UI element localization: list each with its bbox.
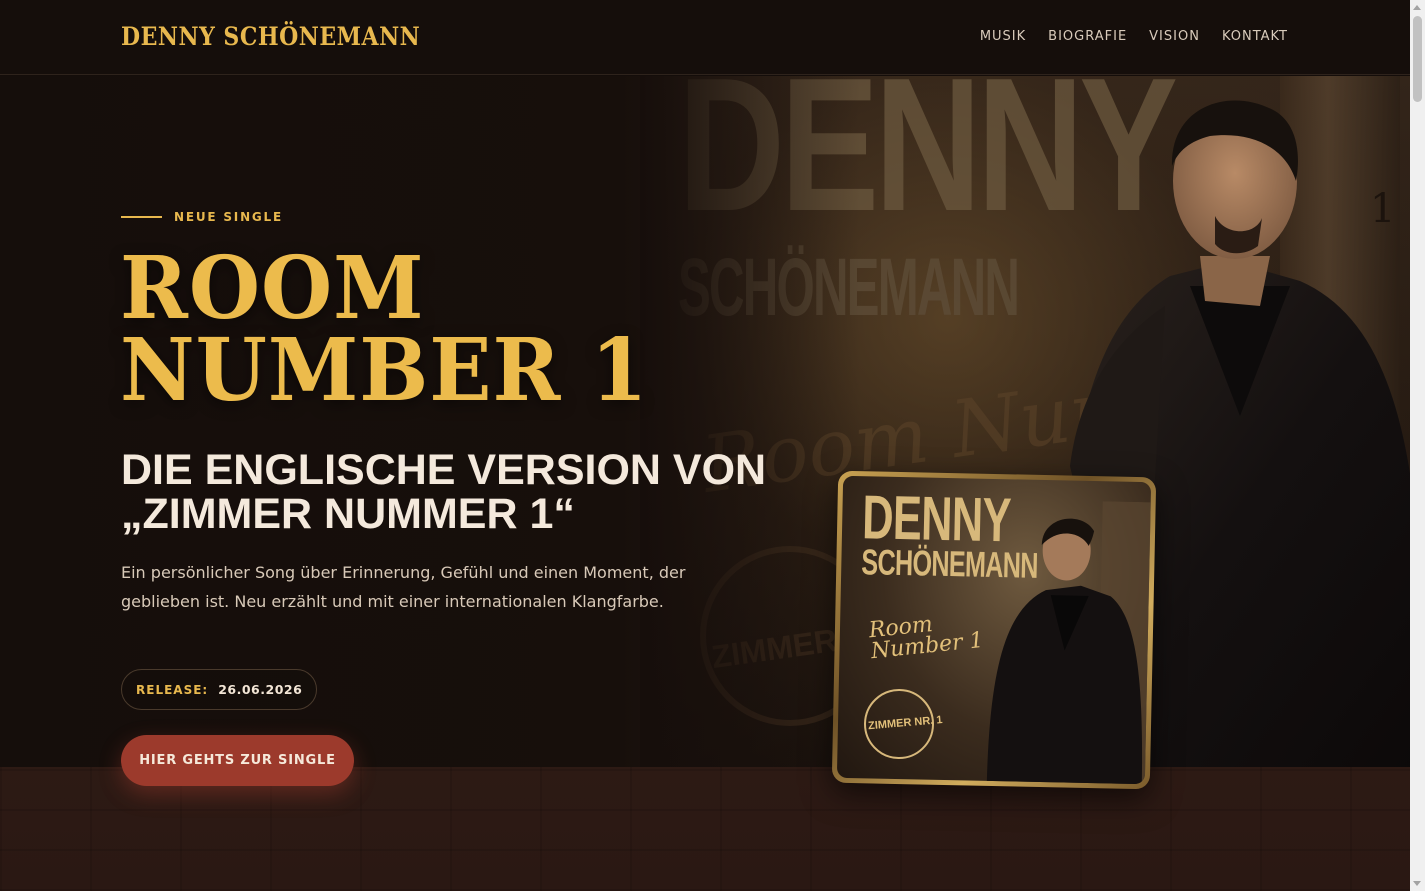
single-cover[interactable]: DENNY SCHÖNEMANN Room Number 1 ZIMMER NR… (831, 470, 1157, 790)
cover-stamp: ZIMMER NR. 1 (863, 688, 943, 760)
eyebrow-line (121, 216, 162, 218)
cover-artist-photo (986, 501, 1152, 785)
artwork-surname-text: SCHÖNEMANN (678, 242, 1020, 333)
nav-item-vision[interactable]: VISION (1149, 29, 1200, 44)
release-badge: RELEASE: 26.06.2026 (121, 669, 318, 710)
hero-title: ROOM NUMBER 1 (120, 238, 676, 421)
nav-item-biografie[interactable]: BIOGRAFIE (1048, 29, 1127, 44)
single-cta-button[interactable]: HIER GEHTS ZUR SINGLE (121, 735, 354, 786)
hero-title-line-1: ROOM (120, 238, 425, 339)
hero-title-line-2: NUMBER 1 (120, 319, 649, 421)
page: DENNY SCHÖNEMANN MUSIK BIOGRAFIE VISION … (0, 0, 1410, 891)
eyebrow-label: NEUE SINGLE (174, 210, 284, 224)
scroll-up-arrow-icon[interactable] (1413, 5, 1421, 10)
cover-song-title: Room Number 1 (868, 610, 985, 664)
scroll-down-arrow-icon[interactable] (1413, 881, 1421, 886)
hero-section: DENNY SCHÖNEMANN Room Number 1 ZIMMER NR… (0, 76, 1410, 790)
hero-subtitle-line-1: DIE ENGLISCHE VERSION VON (121, 446, 767, 494)
hero-subtitle-line-2: „ZIMMER NUMMER 1“ (121, 490, 575, 538)
nav-item-musik[interactable]: MUSIK (980, 29, 1026, 44)
scroll-thumb[interactable] (1413, 16, 1422, 102)
hero-subtitle: DIE ENGLISCHE VERSION VON „ZIMMER NUMMER… (121, 448, 801, 536)
single-cover-art: DENNY SCHÖNEMANN Room Number 1 ZIMMER NR… (836, 475, 1152, 785)
release-date: 26.06.2026 (218, 682, 303, 697)
cover-stamp-text: ZIMMER NR. 1 (867, 714, 943, 733)
site-header: DENNY SCHÖNEMANN MUSIK BIOGRAFIE VISION … (0, 0, 1410, 75)
site-logo[interactable]: DENNY SCHÖNEMANN (121, 22, 420, 52)
release-label: RELEASE: (136, 682, 209, 697)
main-nav: MUSIK BIOGRAFIE VISION KONTAKT (980, 29, 1288, 44)
hero-description: Ein persönlicher Song über Erinnerung, G… (121, 563, 686, 611)
page-scrollbar[interactable] (1410, 0, 1425, 891)
nav-item-kontakt[interactable]: KONTAKT (1222, 29, 1288, 44)
eyebrow: NEUE SINGLE (121, 210, 283, 224)
